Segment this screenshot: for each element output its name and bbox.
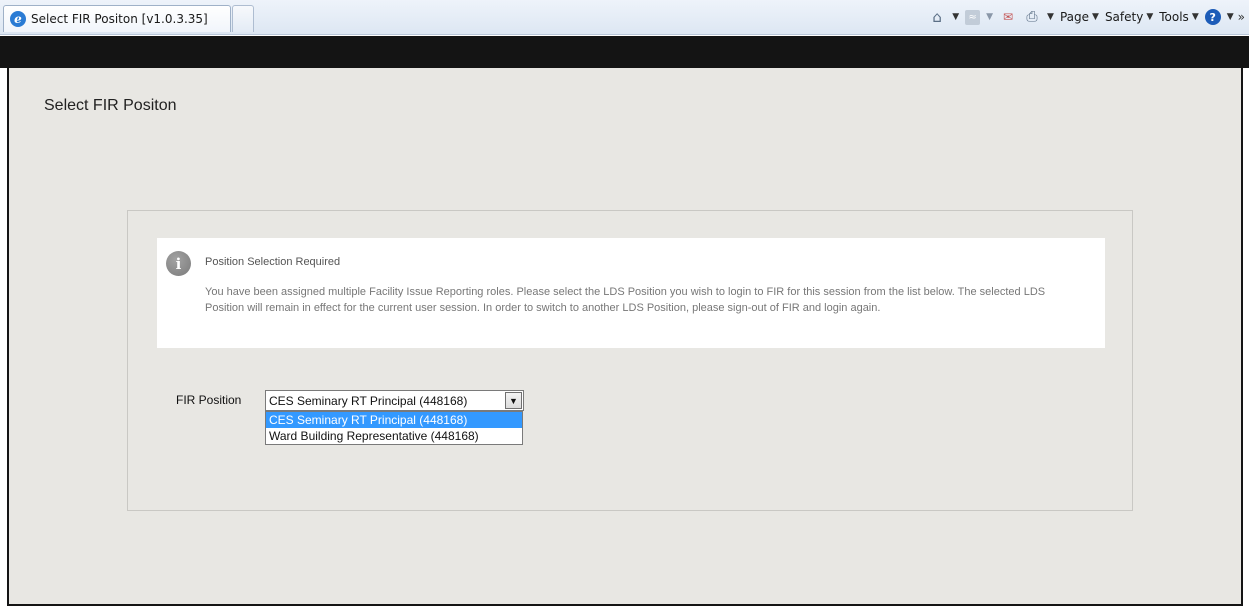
notice-body: You have been assigned multiple Facility… [205,286,1046,314]
safety-menu[interactable]: Safety ▼ [1105,10,1153,24]
print-dropdown-caret[interactable]: ▼ [1047,12,1054,22]
page-title: Select FIR Positon [44,97,177,114]
page-menu[interactable]: Page ▼ [1060,10,1099,24]
page-menu-caret: ▼ [1092,12,1099,22]
safety-menu-caret: ▼ [1146,12,1154,22]
home-dropdown-caret[interactable]: ▼ [952,12,959,22]
info-icon: i [166,251,191,276]
fir-position-select[interactable]: CES Seminary RT Principal (448168) ▼ [265,390,524,411]
feeds-dropdown-caret[interactable]: ▼ [986,12,993,22]
read-mail-icon[interactable]: ✉ [999,8,1017,26]
browser-tab-bar: e Select FIR Positon [v1.0.3.35] ⌂ ▼ ≈ ▼… [0,0,1249,35]
tools-menu-label: Tools [1159,10,1189,24]
browser-tab[interactable]: e Select FIR Positon [v1.0.3.35] [3,5,231,32]
fir-position-label: FIR Position [176,393,242,407]
notice-heading: Position Selection Required [205,256,341,268]
chevron-more-icon[interactable]: » [1238,10,1245,24]
home-icon[interactable]: ⌂ [928,8,946,26]
safety-menu-label: Safety [1104,10,1144,24]
command-bar: ⌂ ▼ ≈ ▼ ✉ ⎙ ▼ Page ▼ Safety ▼ Tools ▼ ? … [928,6,1245,28]
tools-menu[interactable]: Tools ▼ [1159,10,1198,24]
feeds-icon[interactable]: ≈ [965,9,981,25]
select-current-value: CES Seminary RT Principal (448168) [269,393,468,408]
site-header-band [0,36,1249,68]
new-tab-button[interactable] [232,5,254,32]
page-menu-label: Page [1059,10,1090,24]
notice-box: i Position Selection Required You have b… [157,238,1105,348]
page-content: Select FIR Positon i Position Selection … [7,68,1243,606]
tools-menu-caret: ▼ [1191,12,1199,22]
help-dropdown-caret[interactable]: ▼ [1227,12,1234,22]
fir-position-dropdown-list: CES Seminary RT Principal (448168) Ward … [265,411,523,445]
selection-panel: i Position Selection Required You have b… [127,210,1133,511]
print-icon[interactable]: ⎙ [1023,8,1041,26]
option-ces-seminary-rt-principal[interactable]: CES Seminary RT Principal (448168) [266,412,522,428]
dropdown-arrow-icon[interactable]: ▼ [505,392,522,409]
tab-title: Select FIR Positon [v1.0.3.35] [31,12,208,26]
help-icon[interactable]: ? [1204,9,1221,25]
ie-logo-icon: e [10,11,26,27]
option-ward-building-representative[interactable]: Ward Building Representative (448168) [266,428,522,444]
